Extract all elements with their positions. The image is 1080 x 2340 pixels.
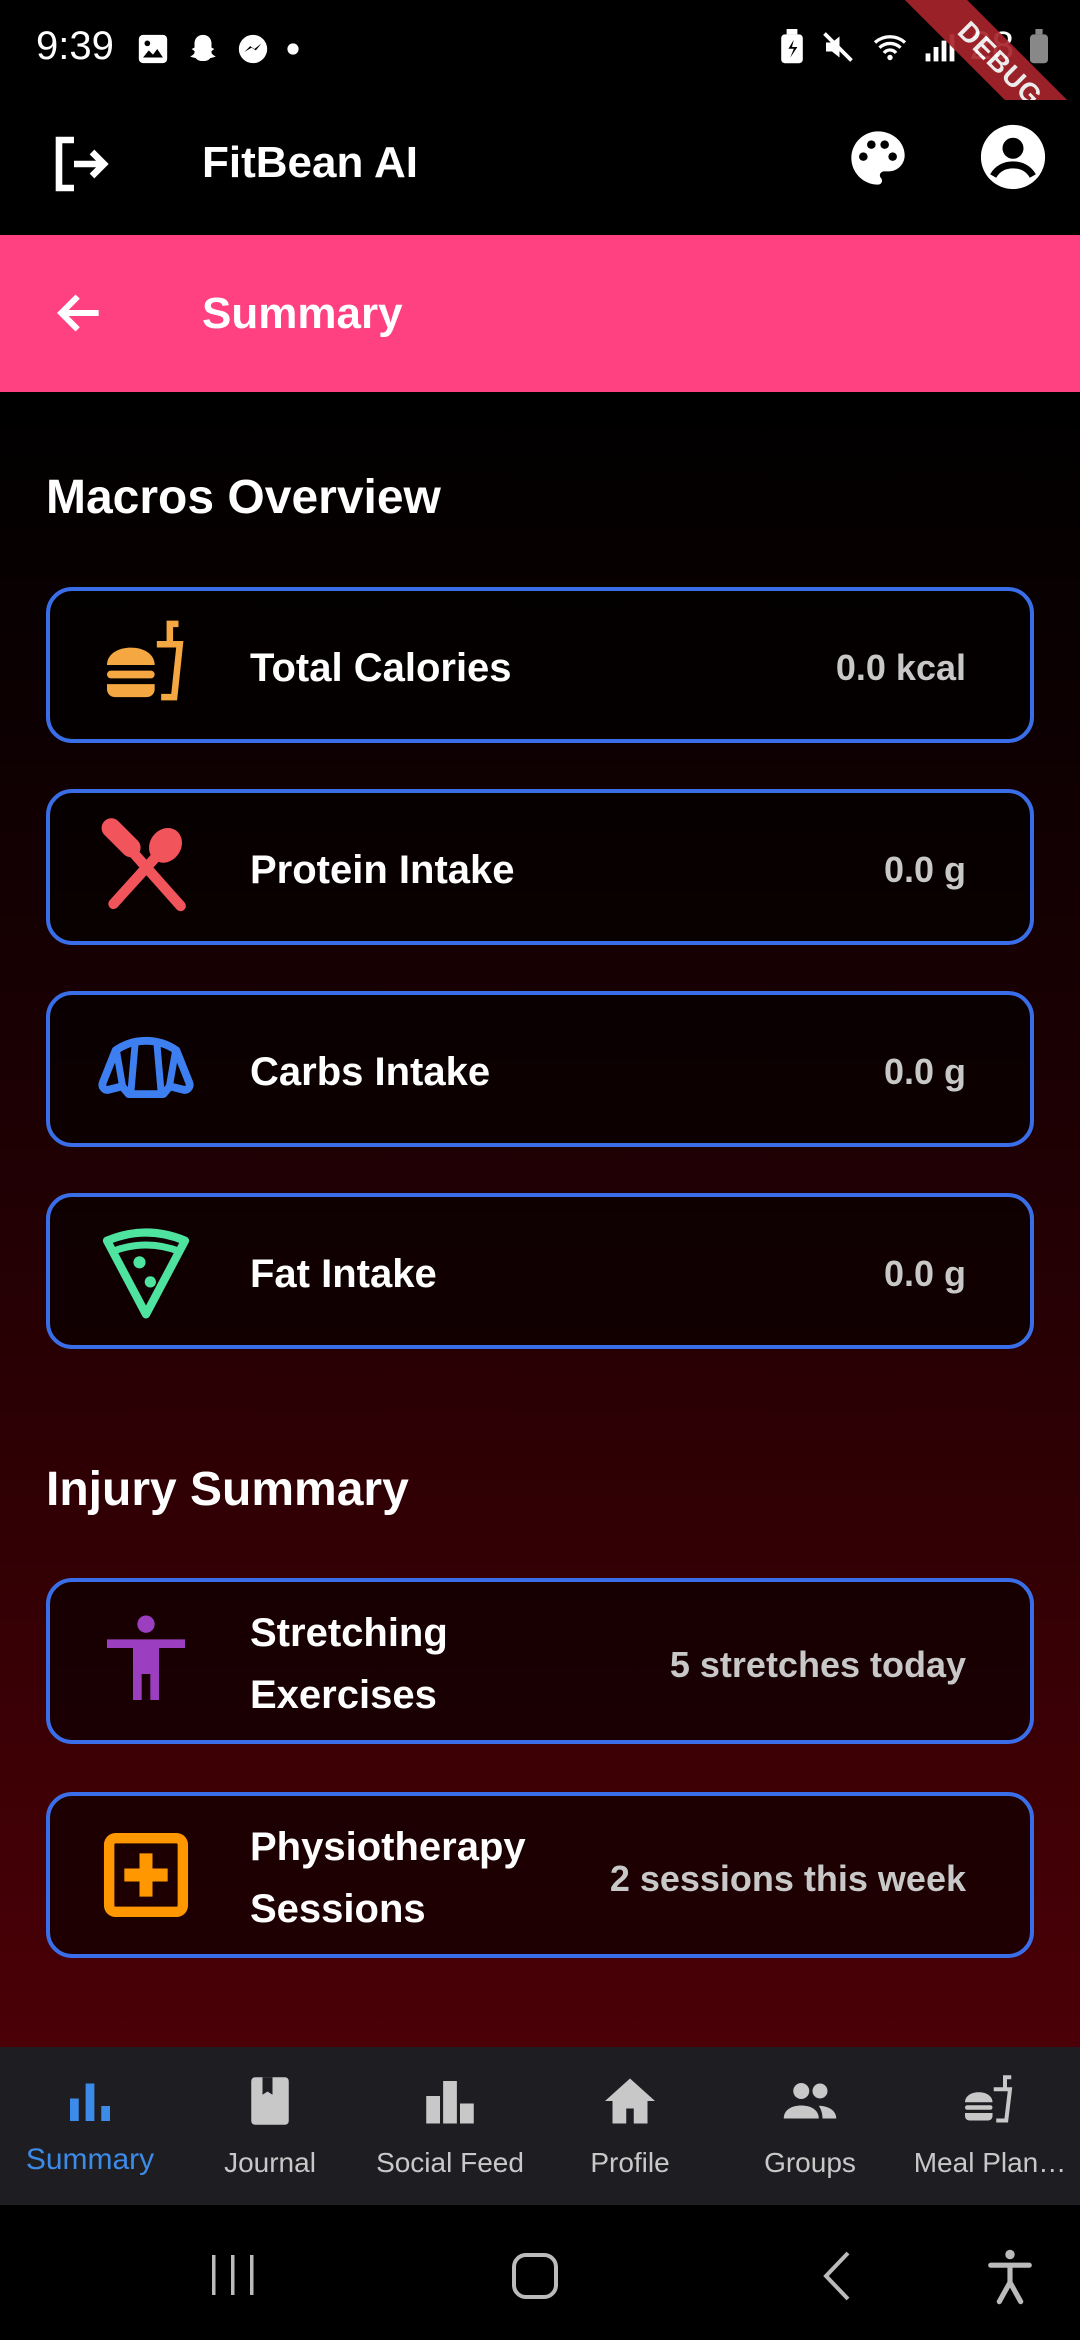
home-icon bbox=[605, 2078, 655, 2124]
injury-card-stretching[interactable]: Stretching Exercises 5 stretches today bbox=[46, 1578, 1034, 1744]
pizza-icon bbox=[94, 1219, 198, 1323]
nav-item-journal[interactable]: Journal bbox=[180, 2047, 360, 2205]
medical-plus-icon bbox=[94, 1823, 198, 1927]
injury-section-title: Injury Summary bbox=[46, 1463, 409, 1516]
macro-card-protein[interactable]: Protein Intake 0.0 g bbox=[46, 789, 1034, 945]
app-title: FitBean AI bbox=[202, 138, 418, 187]
status-bar: 9:39 28 DEBUG bbox=[0, 0, 1080, 186]
injury-label-line1: Physiotherapy bbox=[250, 1825, 526, 1869]
back-button-icon[interactable] bbox=[818, 2249, 858, 2303]
recent-apps-icon[interactable] bbox=[208, 2253, 258, 2297]
injury-value: 2 sessions this week bbox=[609, 1858, 966, 1899]
page-title: Summary bbox=[202, 289, 403, 338]
nav-item-groups[interactable]: Groups bbox=[720, 2047, 900, 2205]
injury-label: Physiotherapy Sessions bbox=[250, 1816, 526, 1940]
nav-item-summary[interactable]: Summary bbox=[0, 2047, 180, 2205]
gallery-icon bbox=[138, 34, 168, 64]
system-nav-bar bbox=[0, 2205, 1080, 2340]
macro-label: Fat Intake bbox=[250, 1252, 437, 1296]
bar-chart-icon bbox=[70, 2083, 110, 2121]
logout-icon[interactable] bbox=[44, 128, 116, 200]
injury-label: Stretching Exercises bbox=[250, 1602, 448, 1726]
wifi-icon bbox=[873, 34, 906, 60]
nav-label: Profile bbox=[590, 2147, 670, 2178]
fastfood-icon bbox=[965, 2075, 1013, 2123]
macros-section-title: Macros Overview bbox=[46, 471, 441, 524]
macro-value: 0.0 g bbox=[883, 1051, 966, 1092]
injury-label-line1: Stretching bbox=[250, 1611, 448, 1655]
summary-header: Summary bbox=[0, 235, 1080, 392]
battery-icon bbox=[1030, 28, 1048, 63]
snapchat-icon bbox=[190, 34, 216, 62]
battery-saver-icon bbox=[780, 28, 803, 63]
book-icon bbox=[251, 2077, 289, 2125]
home-button-icon[interactable] bbox=[510, 2251, 560, 2301]
macro-card-carbs[interactable]: Carbs Intake 0.0 g bbox=[46, 991, 1034, 1147]
injury-value: 5 stretches today bbox=[669, 1644, 966, 1685]
status-time: 9:39 bbox=[36, 24, 114, 68]
macro-card-calories[interactable]: Total Calories 0.0 kcal bbox=[46, 587, 1034, 743]
status-notification-icons bbox=[136, 32, 300, 66]
messenger-icon bbox=[238, 34, 268, 64]
macro-card-fat[interactable]: Fat Intake 0.0 g bbox=[46, 1193, 1034, 1349]
fastfood-icon bbox=[94, 613, 198, 717]
account-icon[interactable] bbox=[978, 122, 1048, 192]
macro-label: Protein Intake bbox=[250, 848, 515, 892]
accessibility-button-icon[interactable] bbox=[984, 2247, 1036, 2307]
nav-item-social-feed[interactable]: Social Feed bbox=[360, 2047, 540, 2205]
leaderboard-icon bbox=[426, 2081, 474, 2124]
injury-card-physiotherapy[interactable]: Physiotherapy Sessions 2 sessions this w… bbox=[46, 1792, 1034, 1958]
restaurant-icon bbox=[94, 815, 198, 919]
nav-label: Groups bbox=[764, 2147, 856, 2178]
people-icon bbox=[783, 2083, 837, 2119]
macro-value: 0.0 kcal bbox=[835, 647, 966, 688]
nav-item-meal-plan[interactable]: Meal Plan… bbox=[900, 2047, 1080, 2205]
macro-value: 0.0 g bbox=[883, 849, 966, 890]
macro-value: 0.0 g bbox=[883, 1253, 966, 1294]
nav-label: Social Feed bbox=[376, 2147, 524, 2178]
nav-label: Journal bbox=[224, 2147, 316, 2178]
summary-content[interactable]: Macros Overview Total Calories 0.0 kcal … bbox=[0, 392, 1080, 2047]
nav-label: Meal Plan… bbox=[913, 2147, 1067, 2178]
nav-item-profile[interactable]: Profile bbox=[540, 2047, 720, 2205]
croissant-icon bbox=[94, 1017, 198, 1121]
injury-label-line2: Exercises bbox=[250, 1673, 437, 1717]
back-arrow-icon[interactable] bbox=[52, 285, 108, 341]
macro-label: Carbs Intake bbox=[250, 1050, 491, 1094]
dot-icon bbox=[287, 43, 299, 55]
bottom-nav: Summary Journal Social Feed Profile Grou… bbox=[0, 2047, 1080, 2205]
app-bar: FitBean AI bbox=[0, 100, 1080, 235]
palette-icon[interactable] bbox=[846, 126, 910, 190]
nav-label: Summary bbox=[25, 2143, 155, 2176]
injury-label-line2: Sessions bbox=[250, 1887, 426, 1931]
mute-icon bbox=[822, 31, 853, 62]
accessibility-icon bbox=[94, 1609, 198, 1713]
macro-label: Total Calories bbox=[250, 646, 512, 690]
